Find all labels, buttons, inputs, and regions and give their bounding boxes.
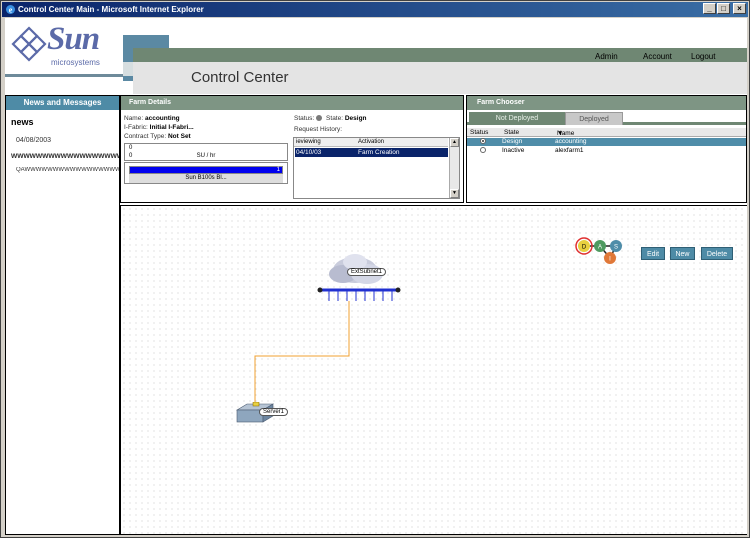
scroll-down-icon[interactable]: ▼ <box>450 189 459 198</box>
farm-name: accounting <box>555 138 587 145</box>
contract-row: Contract Type: Not Set <box>124 133 191 140</box>
account-link[interactable]: Account <box>643 52 672 61</box>
sun-logo[interactable]: Sun microsystems <box>11 21 111 72</box>
logout-link[interactable]: Logout <box>691 52 715 61</box>
news-panel-header: News and Messages <box>6 96 119 110</box>
farm-name-label: Name: <box>124 115 144 122</box>
minimize-button[interactable]: _ <box>703 3 716 14</box>
history-scrollbar[interactable]: ▲ ▼ <box>449 138 459 198</box>
network-wires <box>254 301 350 404</box>
col-status[interactable]: Status <box>470 129 488 136</box>
status-label: Status: <box>294 115 315 122</box>
scroll-up-icon[interactable]: ▲ <box>450 138 459 147</box>
title-bar: e Control Center Main - Microsoft Intern… <box>2 2 748 17</box>
farm-chooser-tabs: Not Deployed Deployed <box>467 111 746 125</box>
maximize-button[interactable]: □ <box>717 3 730 14</box>
su-rate-row: 0 SU / hr <box>125 153 287 161</box>
server-label: Server1 <box>259 408 289 416</box>
farm-list-header: Status State Name ▼ <box>467 128 746 137</box>
request-history-list[interactable]: ieviewing Activation 04/10/03 Farm Creat… <box>293 137 460 199</box>
farm-chooser-header: Farm Chooser <box>467 96 746 110</box>
header-rule <box>5 74 123 77</box>
history-header-row: ieviewing Activation <box>294 138 448 147</box>
status-row: Status: State: Design <box>294 115 367 122</box>
header-tile-gap <box>123 62 133 76</box>
farm-chooser-panel: Farm Chooser Not Deployed Deployed Statu… <box>466 95 747 203</box>
ifabric-value: Initial I-Fabri... <box>149 124 194 131</box>
farm-row-accounting[interactable]: Design accounting <box>467 138 746 146</box>
close-button[interactable]: × <box>733 3 746 14</box>
admin-link[interactable]: Admin <box>595 52 618 61</box>
su-top-value: 0 <box>129 145 133 151</box>
state-label: State: <box>326 115 344 122</box>
page-title: Control Center <box>191 69 289 86</box>
history-col-activity: Activation <box>358 139 385 145</box>
farm-details-panel: Farm Details Name: accounting I-Fabric: … <box>120 95 464 203</box>
news-panel: News and Messages news 04/08/2003 wwwwww… <box>5 95 120 535</box>
logo-word: Sun <box>47 21 100 57</box>
farm-row-alexfarm1[interactable]: Inactive alexfarm1 <box>467 147 746 155</box>
sun-logo-mark-icon <box>11 26 47 62</box>
sort-desc-icon: ▼ <box>557 130 564 137</box>
farm-name-row: Name: accounting <box>124 115 180 122</box>
resource-progress-bar: 1 <box>129 166 283 174</box>
su-rate-box: 0 0 SU / hr <box>124 143 288 161</box>
contract-value: Not Set <box>167 133 191 140</box>
svg-text:e: e <box>9 6 13 15</box>
logo-sub: microsystems <box>51 58 100 67</box>
history-row[interactable]: 04/10/03 Farm Creation <box>295 148 448 157</box>
subnet-label: ExtSubnet1 <box>347 268 387 276</box>
history-row-activity: Farm Creation <box>358 149 400 156</box>
cloud-network-icon <box>317 254 401 301</box>
farm-radio[interactable] <box>480 138 486 144</box>
page-content: Sun microsystems Admin Account Logout Co… <box>5 18 747 535</box>
ie-icon: e <box>6 5 15 15</box>
request-history-label: Request History: <box>294 126 343 133</box>
tab-deployed[interactable]: Deployed <box>565 112 623 125</box>
farm-radio[interactable] <box>480 147 486 153</box>
server-node[interactable]: Server1 <box>233 401 297 424</box>
resource-box: 1 Sun B100s Bl... <box>124 162 288 184</box>
site-header: Sun microsystems Admin Account Logout Co… <box>5 18 747 94</box>
browser-window: e Control Center Main - Microsoft Intern… <box>0 0 750 538</box>
window-title: Control Center Main - Microsoft Internet… <box>18 5 204 14</box>
farm-name: alexfarm1 <box>555 147 584 154</box>
farm-name-value: accounting <box>144 115 180 122</box>
news-item-body: QAWWWWWWWWWWWWWWWWWWWWWWW <box>16 167 119 173</box>
ifabric-label: I-Fabric: <box>124 124 148 131</box>
news-item-title[interactable]: wwwwwwwwwwwwwwwwwwwwwwwwwwwwwwwww <box>11 151 119 160</box>
status-indicator-icon <box>316 115 323 122</box>
news-date: 04/08/2003 <box>16 137 52 144</box>
farm-details-header: Farm Details <box>121 96 463 110</box>
farm-state: Design <box>502 138 523 145</box>
col-state[interactable]: State <box>504 129 519 136</box>
news-heading: news <box>11 117 34 127</box>
state-value: Design <box>344 115 367 122</box>
tab-not-deployed[interactable]: Not Deployed <box>469 112 565 125</box>
su-unit: SU / hr <box>196 153 216 159</box>
blade-type: Sun B100s Bl... <box>129 174 283 183</box>
farm-state: Inactive <box>502 147 525 154</box>
contract-label: Contract Type: <box>124 133 167 140</box>
ifabric-row: I-Fabric: Initial I-Fabri... <box>124 124 194 131</box>
history-row-date: 04/10/03 <box>296 149 322 156</box>
farm-design-canvas[interactable]: D A S I Edit New Delete ExtSubnet1 Serve… <box>120 205 747 535</box>
history-col-date: ieviewing <box>296 139 321 145</box>
subnet-node[interactable]: ExtSubnet1 <box>317 252 403 304</box>
resource-progress-fill: 1 <box>130 167 282 173</box>
